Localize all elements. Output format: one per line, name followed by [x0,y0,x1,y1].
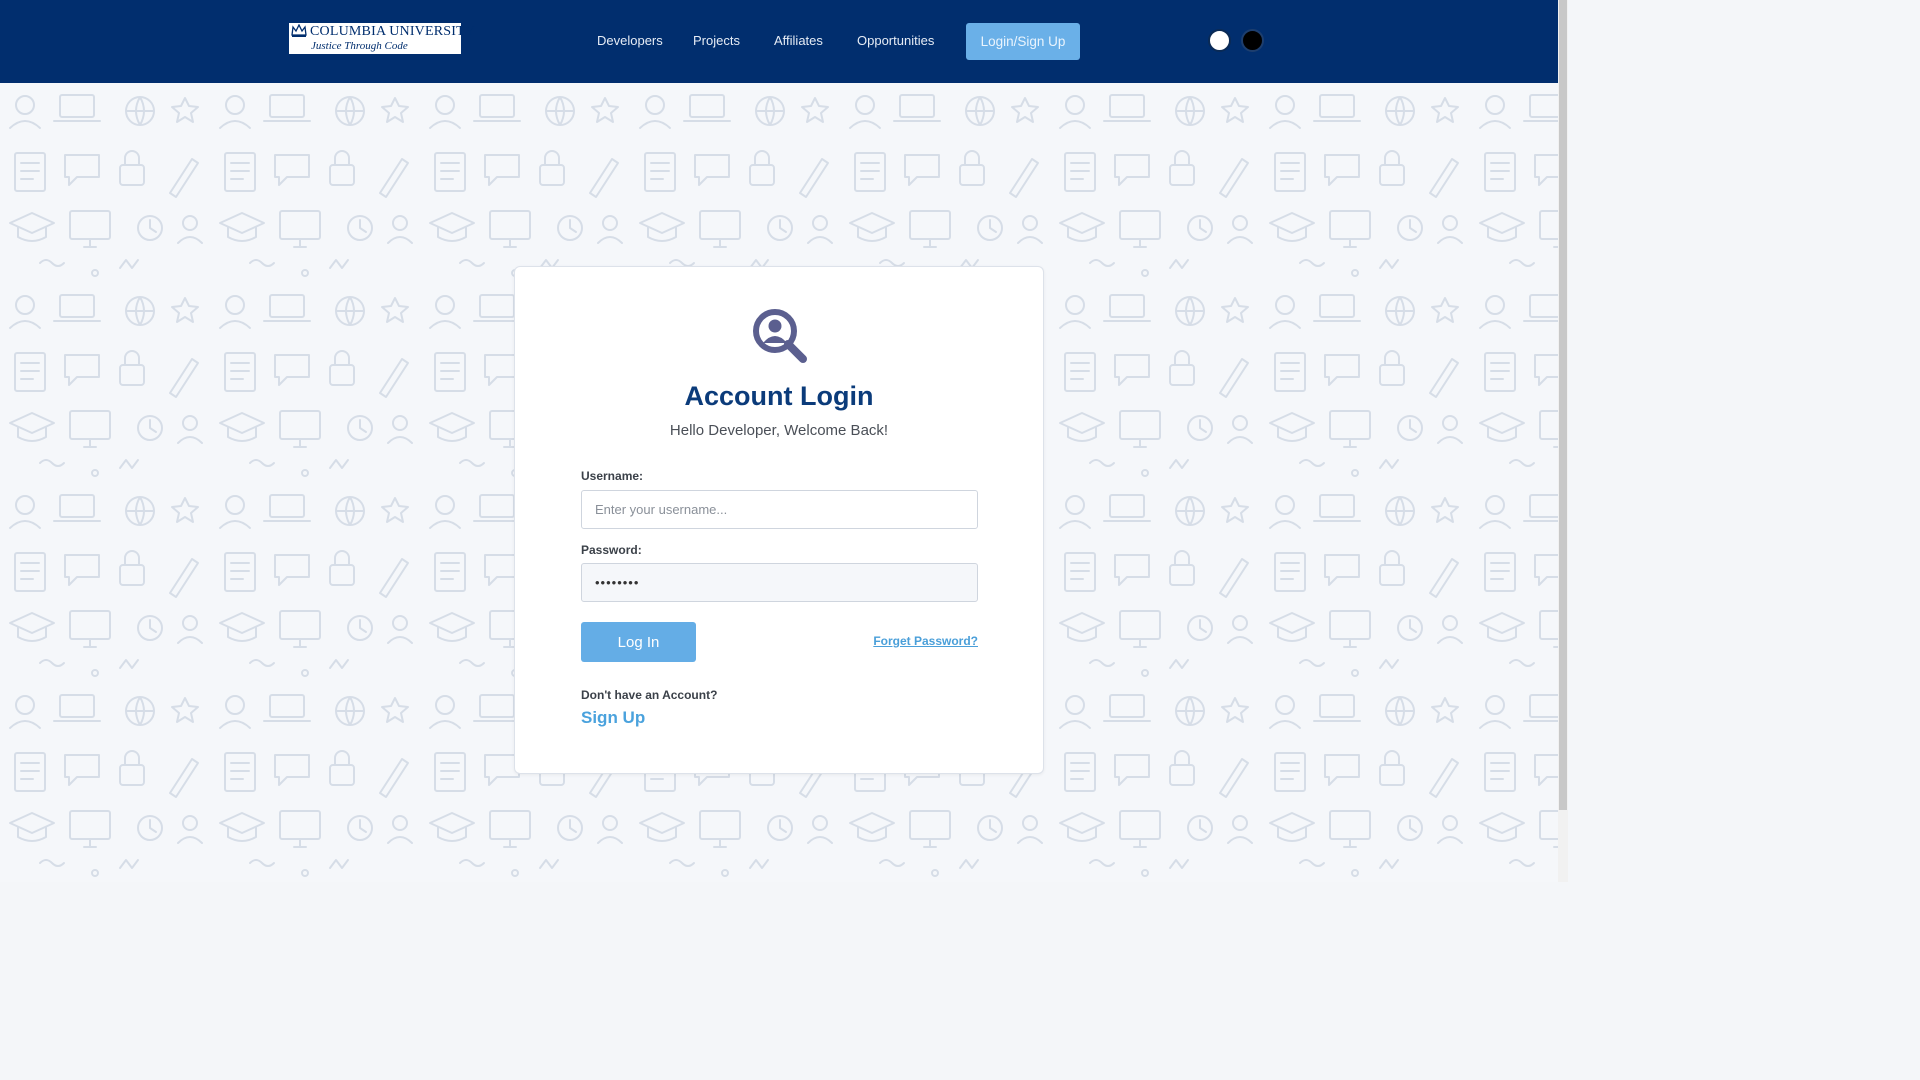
login-signup-button[interactable]: Login/Sign Up [966,23,1080,60]
logo-tagline: Justice Through Code [311,40,408,52]
forgot-password-link[interactable]: Forget Password? [873,634,978,648]
no-account-text: Don't have an Account? [581,688,718,702]
crown-icon [291,24,307,37]
scrollbar-thumb[interactable] [1559,0,1567,810]
user-search-icon [753,309,807,363]
logo-university-name: COLUMBIA UNIVERSITY [310,24,476,39]
username-input[interactable] [581,490,978,529]
top-navbar: COLUMBIA UNIVERSITY Justice Through Code… [0,0,1558,83]
nav-affiliates[interactable]: Affiliates [774,33,823,48]
login-card: Account Login Hello Developer, Welcome B… [514,266,1044,774]
username-label: Username: [581,469,644,483]
welcome-subtitle: Hello Developer, Welcome Back! [669,422,889,439]
password-label: Password: [581,543,642,557]
nav-developers[interactable]: Developers [597,33,663,48]
dark-theme-toggle[interactable] [1241,29,1264,52]
nav-projects[interactable]: Projects [693,33,740,48]
columbia-logo[interactable]: COLUMBIA UNIVERSITY Justice Through Code [289,23,475,54]
login-button[interactable]: Log In [581,622,696,662]
page-title: Account Login [684,381,874,411]
signup-link[interactable]: Sign Up [581,708,645,728]
light-theme-toggle[interactable] [1208,29,1231,52]
nav-opportunities[interactable]: Opportunities [857,33,934,48]
password-input[interactable] [581,563,978,602]
